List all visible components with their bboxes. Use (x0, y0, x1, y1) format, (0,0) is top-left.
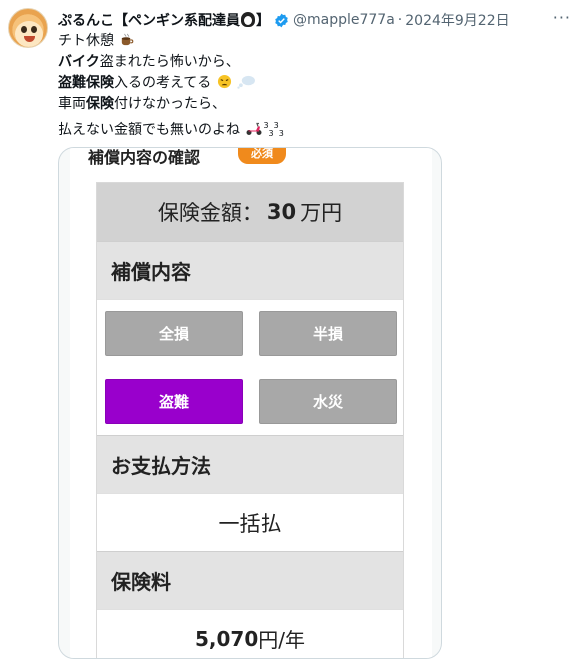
tweet-line-text: 入るの考えてる (114, 75, 212, 91)
more-options-icon[interactable]: ··· (553, 8, 571, 27)
payment-method-value: 一括払 (97, 493, 403, 551)
penguin-icon (241, 12, 255, 27)
author-name[interactable]: ぷるんこ【ペンギン系配達員】 (58, 10, 270, 30)
tweet-bold-text: 保険 (86, 96, 114, 112)
tweet-bold-text: バイク (58, 54, 100, 70)
premium-unit: 円/年 (258, 628, 305, 652)
insured-amount-row: 保険金額： 30 万円 (97, 183, 403, 241)
required-badge: 必須 (238, 148, 286, 164)
tweet-line: チト休憩 (58, 31, 558, 52)
thought-bubble-icon (237, 75, 256, 89)
coffee-icon (122, 33, 134, 46)
dash-mark: 3 (278, 129, 284, 138)
option-theft-button[interactable]: 盗難 (105, 379, 243, 424)
tweet-line-text: 付けなかったら、 (114, 96, 226, 112)
tweet-line-text: 盗まれたら怖いから、 (99, 54, 240, 70)
avatar[interactable] (8, 8, 48, 48)
avatar-face (15, 21, 43, 47)
confirm-title: 補償内容の確認 (88, 148, 201, 167)
coverage-options: 全損 半損 盗難 水災 (97, 299, 403, 435)
tweet-line-text: 払えない金額でも無いのよね (58, 122, 240, 138)
avatar-eye (21, 26, 27, 33)
tweet-line: 払えない金額でも無いのよね 3333 (58, 115, 558, 138)
tweet-date[interactable]: 2024年9月22日 (405, 10, 509, 30)
tweet-line-text: 車両 (58, 96, 86, 112)
premium-heading: 保険料 (97, 551, 403, 609)
payment-heading: お支払方法 (97, 435, 403, 493)
amount-unit: 万円 (300, 201, 343, 225)
premium-value: 5,070 (194, 626, 259, 651)
option-flood-button[interactable]: 水災 (259, 379, 397, 424)
weary-face-icon (217, 74, 231, 89)
insurance-screenshot: 補償内容の確認 必須 保険金額： 30 万円 補償内容 全損 半損 盗難 水災 お支… (70, 148, 432, 658)
coverage-card: 保険金額： 30 万円 補償内容 全損 半損 盗難 水災 お支払方法 一括払 保険料… (96, 182, 404, 658)
verified-badge-icon (275, 13, 288, 27)
separator: · (397, 12, 403, 28)
premium-row: 5,070 円/年 (97, 609, 403, 658)
tweet-line: バイク盗まれたら怖いから、 (58, 52, 558, 73)
dash-mark: 3 (268, 129, 274, 138)
tweet-header: ぷるんこ【ペンギン系配達員】 @mapple777a · 2024年9月22日 (58, 10, 569, 30)
scooter-icon (246, 122, 262, 135)
tweet-line: 車両保険付けなかったら、 (58, 94, 558, 115)
tweet-line-text: チト休憩 (58, 33, 114, 49)
tweet-text: チト休憩 バイク盗まれたら怖いから、 盗難保険入るの考えてる 車両保険付けなかっ… (58, 31, 558, 138)
author-handle[interactable]: @mapple777a (293, 12, 395, 28)
attached-image[interactable]: 補償内容の確認 必須 保険金額： 30 万円 補償内容 全損 半損 盗難 水災 お支… (58, 147, 442, 659)
option-partial-loss-button[interactable]: 半損 (259, 311, 397, 356)
tweet-bold-text: 盗難保険 (58, 75, 114, 91)
amount-value: 30 (266, 200, 297, 224)
coverage-heading: 補償内容 (97, 241, 403, 299)
option-total-loss-button[interactable]: 全損 (105, 311, 243, 356)
amount-label: 保険金額： (157, 201, 263, 225)
tweet-line: 盗難保険入るの考えてる (58, 73, 558, 94)
avatar-eye (31, 26, 37, 33)
